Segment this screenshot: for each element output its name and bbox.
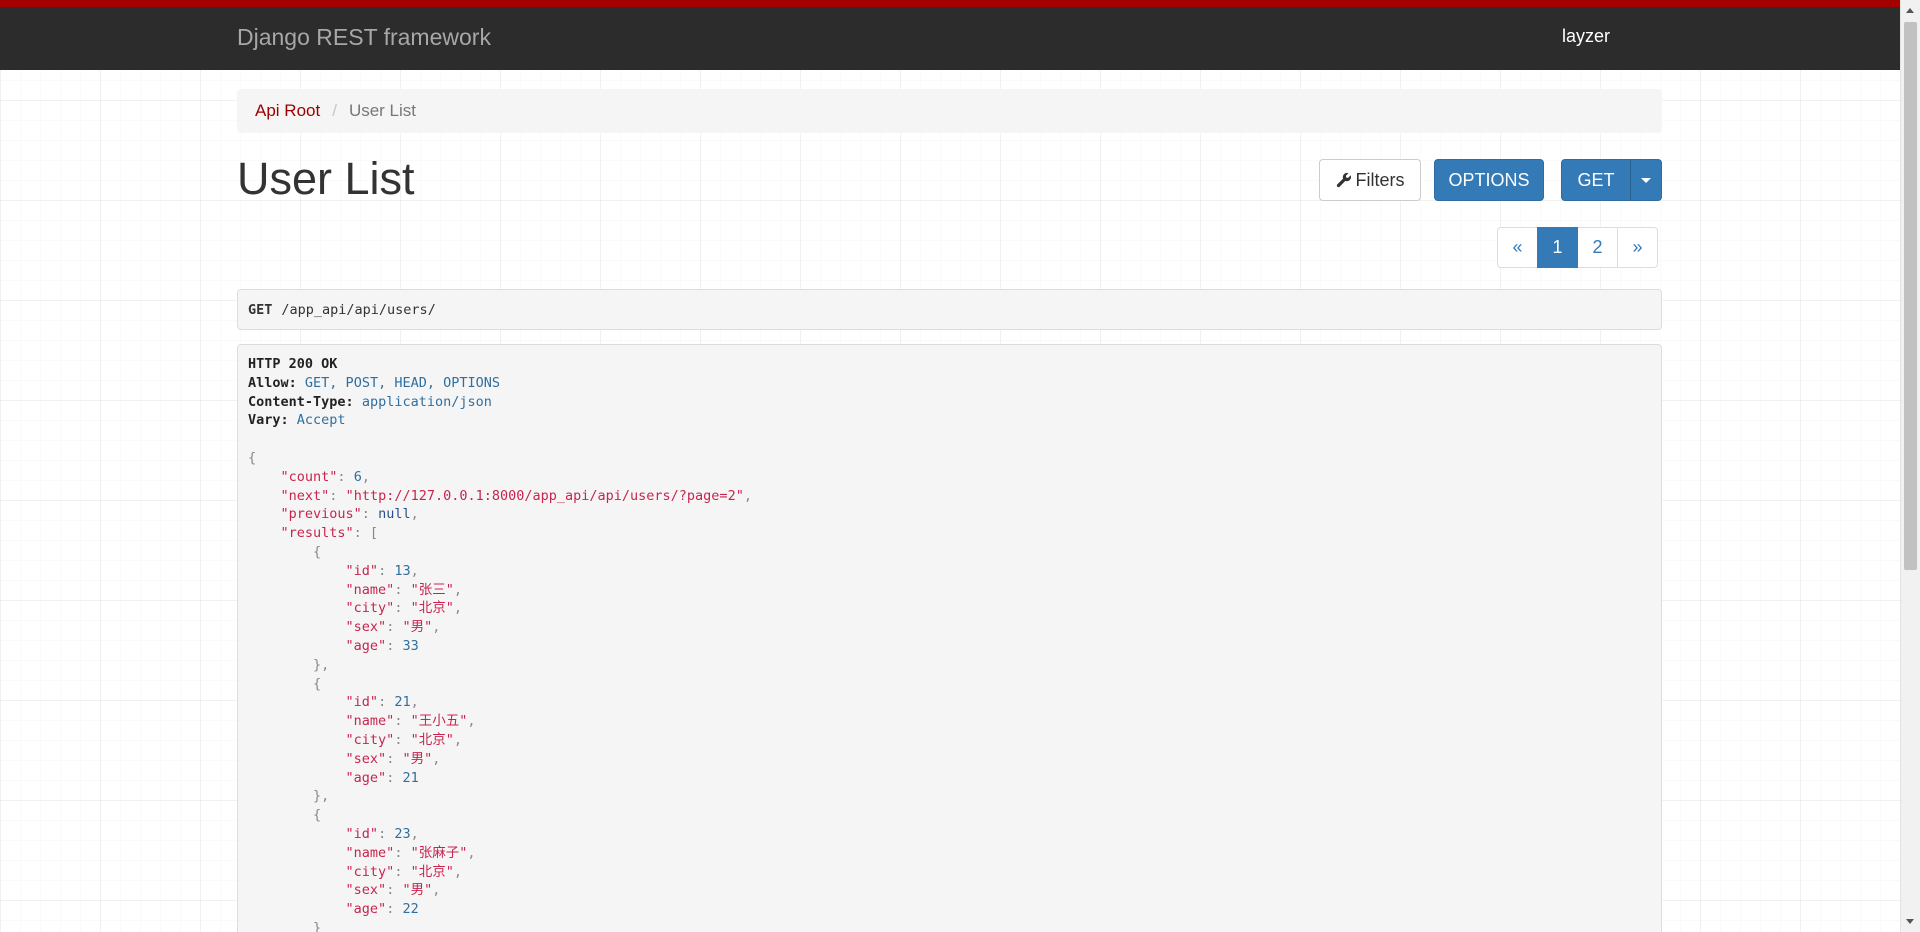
json-key: "id": [345, 562, 379, 579]
json-key: "city": [345, 600, 395, 617]
scroll-up-arrow-icon[interactable]: [1906, 8, 1914, 13]
json-value: "男": [402, 750, 433, 767]
wrench-icon: [1336, 172, 1351, 188]
navbar: Django REST framework layzer: [0, 0, 1900, 70]
response-header: Allow: GET, POST, HEAD, OPTIONS: [248, 374, 1651, 393]
request-path: /app_api/api/users/: [281, 301, 436, 318]
json-key: "age": [345, 637, 387, 654]
json-key: "sex": [345, 619, 387, 636]
json-value: 13: [394, 562, 411, 579]
json-record-line: "age": 22: [345, 901, 419, 918]
pagination-page-2[interactable]: 2: [1577, 227, 1618, 268]
json-value: 22: [402, 901, 419, 918]
user-menu[interactable]: layzer: [1562, 26, 1610, 47]
scrollbar-thumb[interactable]: [1904, 22, 1917, 570]
json-key: "next": [280, 487, 330, 504]
response-header: Vary: Accept: [248, 411, 1651, 430]
filters-button[interactable]: Filters: [1319, 159, 1421, 201]
caret-down-icon: [1641, 177, 1651, 183]
json-key: "name": [345, 844, 395, 861]
json-record-line: "name": "王小五",: [345, 713, 476, 730]
response-status: HTTP 200 OK: [248, 355, 1651, 374]
json-value: "北京": [410, 731, 454, 748]
next-page-link[interactable]: "http://127.0.0.1:8000/app_api/api/users…: [346, 488, 744, 504]
json-key: "results": [280, 525, 354, 542]
request-method: GET: [248, 301, 273, 318]
json-key: "sex": [345, 750, 387, 767]
json-value: "张三": [410, 581, 454, 598]
json-record-line: "sex": "男",: [345, 619, 441, 636]
request-info: GET/app_api/api/users/: [237, 289, 1662, 330]
breadcrumb-current: User List: [348, 101, 417, 120]
header-key: Allow:: [248, 374, 297, 391]
json-record-line: "id": 23,: [345, 825, 419, 842]
browsable-api-page: Django REST framework layzer Api Root / …: [0, 0, 1920, 932]
json-key: "city": [345, 731, 395, 748]
json-key: "id": [345, 694, 379, 711]
json-record-line: "name": "张麻子",: [345, 844, 476, 861]
json-record-line: "city": "北京",: [345, 731, 462, 748]
header-value: application/json: [361, 393, 492, 410]
brand-link[interactable]: Django REST framework: [237, 24, 491, 51]
json-record-line: "name": "张三",: [345, 581, 462, 598]
header-key: Vary:: [248, 412, 289, 429]
json-value: "北京": [410, 863, 454, 880]
json-value: "男": [402, 619, 433, 636]
breadcrumb-separator: /: [332, 101, 337, 120]
json-record-line: "city": "北京",: [345, 600, 462, 617]
json-value: "王小五": [410, 713, 468, 730]
status-line: HTTP 200 OK: [248, 356, 338, 372]
breadcrumb: Api Root / User List: [237, 89, 1662, 133]
json-key: "age": [345, 901, 387, 918]
pagination-prev[interactable]: «: [1497, 227, 1538, 268]
json-key: "previous": [280, 506, 362, 523]
json-value: 21: [394, 694, 411, 711]
pagination-next[interactable]: »: [1617, 227, 1658, 268]
json-record-line: "sex": "男",: [345, 882, 441, 899]
json-key: "count": [280, 468, 338, 485]
get-button[interactable]: GET: [1561, 159, 1631, 201]
vertical-scrollbar[interactable]: [1900, 0, 1920, 932]
json-key: "sex": [345, 882, 387, 899]
json-record-line: "sex": "男",: [345, 750, 441, 767]
json-value: 6: [353, 468, 362, 485]
get-format-dropdown[interactable]: [1630, 159, 1662, 201]
json-key: "name": [345, 713, 395, 730]
json-value: 21: [402, 769, 419, 786]
pagination-page-1[interactable]: 1: [1537, 227, 1578, 268]
json-record-line: "city": "北京",: [345, 863, 462, 880]
json-key: "name": [345, 581, 395, 598]
json-key: "id": [345, 825, 379, 842]
page-title: User List: [237, 153, 415, 204]
header-value: GET, POST, HEAD, OPTIONS: [304, 374, 500, 391]
json-value: "北京": [410, 600, 454, 617]
scroll-down-arrow-icon[interactable]: [1906, 919, 1914, 924]
response-header: Content-Type: application/json: [248, 393, 1651, 412]
json-record-line: "id": 21,: [345, 694, 419, 711]
json-key: "age": [345, 769, 387, 786]
filters-label: Filters: [1355, 169, 1405, 190]
json-record-line: "age": 33: [345, 637, 419, 654]
json-value: 23: [394, 825, 411, 842]
json-value: null: [378, 506, 411, 523]
header-key: Content-Type:: [248, 393, 354, 410]
json-value: "男": [402, 882, 433, 899]
json-record-line: "age": 21: [345, 769, 419, 786]
json-value: 33: [402, 637, 419, 654]
header-value: Accept: [296, 412, 346, 429]
json-value: "张麻子": [410, 844, 468, 861]
breadcrumb-api-root[interactable]: Api Root: [255, 101, 320, 121]
json-record-line: "id": 13,: [345, 562, 419, 579]
options-button[interactable]: OPTIONS: [1434, 159, 1544, 201]
pagination: « 1 2 »: [1497, 227, 1658, 268]
response-body: HTTP 200 OK Allow: GET, POST, HEAD, OPTIO…: [237, 344, 1662, 932]
json-key: "city": [345, 863, 395, 880]
